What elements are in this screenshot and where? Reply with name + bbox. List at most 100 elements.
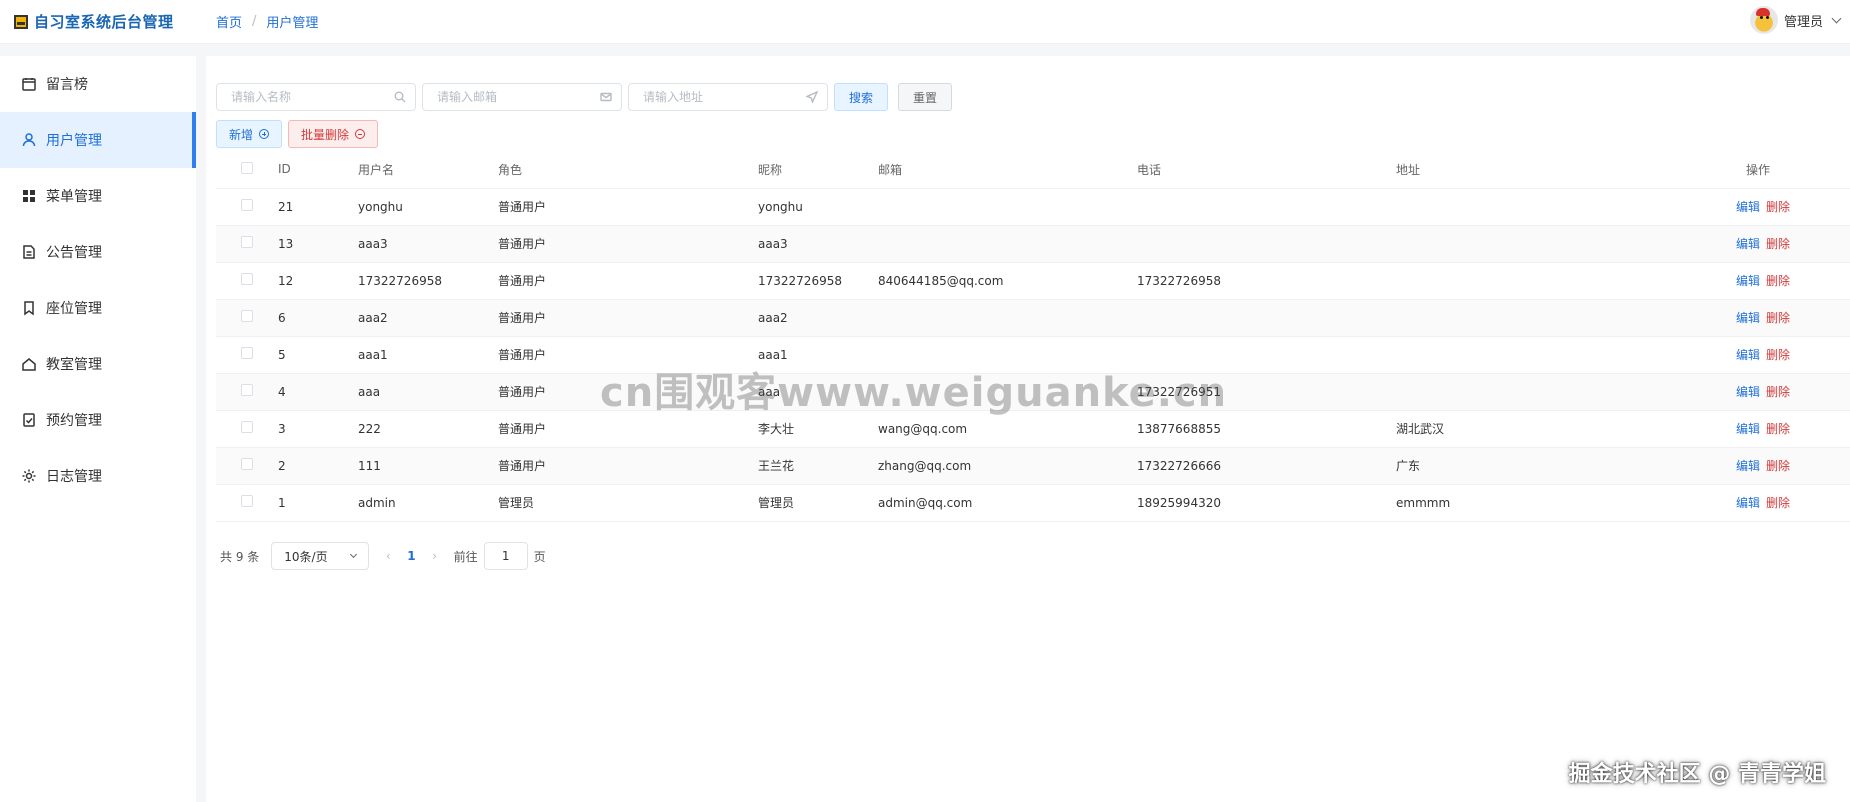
email-search-field[interactable]: [422, 83, 622, 111]
sidebar-item-classrooms[interactable]: 教室管理: [0, 336, 196, 392]
cell-actions: 编辑 删除: [1656, 299, 1850, 337]
address-search-field[interactable]: [628, 83, 828, 111]
cell-role: 普通用户: [498, 447, 758, 485]
page-number-current[interactable]: 1: [407, 549, 415, 563]
row-checkbox[interactable]: [241, 236, 253, 248]
plus-circle-icon: [259, 129, 270, 139]
name-search-input[interactable]: [217, 84, 415, 110]
row-checkbox[interactable]: [241, 347, 253, 359]
row-select-cell: [216, 336, 278, 374]
user-menu[interactable]: 管理员: [1749, 6, 1842, 34]
delete-link[interactable]: 删除: [1766, 422, 1790, 436]
page-suffix: 页: [533, 549, 546, 564]
email-search-input[interactable]: [423, 84, 621, 110]
home-icon: [20, 355, 38, 373]
sidebar-item-seats[interactable]: 座位管理: [0, 280, 196, 336]
sidebar-item-label: 菜单管理: [46, 189, 102, 205]
edit-link[interactable]: 编辑: [1736, 385, 1760, 399]
delete-link[interactable]: 删除: [1766, 237, 1790, 251]
cell-email: [878, 188, 1137, 226]
edit-link[interactable]: 编辑: [1736, 311, 1760, 325]
delete-link[interactable]: 删除: [1766, 200, 1790, 214]
user-name[interactable]: 管理员: [1784, 11, 1823, 30]
select-all-cell: [216, 151, 278, 189]
row-checkbox[interactable]: [241, 421, 253, 433]
cell-phone: [1137, 225, 1396, 263]
cell-role: 管理员: [498, 484, 758, 522]
cell-actions: 编辑 删除: [1656, 410, 1850, 448]
location-arrow-icon: [805, 90, 819, 104]
cell-address: [1396, 373, 1656, 411]
cell-username: yonghu: [358, 188, 498, 226]
sidebar-item-message-board[interactable]: 留言榜: [0, 56, 196, 112]
sidebar-item-label: 留言榜: [46, 77, 88, 93]
sidebar-item-label: 预约管理: [46, 413, 102, 429]
next-page-icon[interactable]: ›: [428, 549, 442, 563]
sidebar-item-menus[interactable]: 菜单管理: [0, 168, 196, 224]
table-row: 2 111 普通用户 王兰花 zhang@qq.com 17322726666 广东 编辑 删除: [216, 447, 1850, 485]
edit-link[interactable]: 编辑: [1736, 237, 1760, 251]
edit-link[interactable]: 编辑: [1736, 496, 1760, 510]
row-checkbox[interactable]: [241, 495, 253, 507]
select-all-checkbox[interactable]: [241, 161, 253, 174]
breadcrumb-home[interactable]: 首页: [216, 12, 242, 31]
cell-id: 2: [278, 447, 358, 485]
avatar[interactable]: [1749, 6, 1778, 34]
logo-icon: [14, 14, 28, 29]
prev-page-icon[interactable]: ‹: [381, 549, 395, 563]
edit-link[interactable]: 编辑: [1736, 274, 1760, 288]
sidebar-item-reservations[interactable]: 预约管理: [0, 392, 196, 448]
cell-email: [878, 299, 1137, 337]
sidebar-item-label: 座位管理: [46, 301, 102, 317]
cell-id: 5: [278, 336, 358, 374]
row-checkbox[interactable]: [241, 199, 253, 211]
bulk-delete-button[interactable]: 批量删除: [288, 120, 379, 148]
delete-link[interactable]: 删除: [1766, 496, 1790, 510]
gear-icon: [20, 467, 38, 485]
cell-phone: [1137, 188, 1396, 226]
address-search-input[interactable]: [629, 84, 827, 110]
page-size-select[interactable]: 10条/页: [271, 542, 370, 570]
cell-phone: 18925994320: [1137, 484, 1396, 522]
cell-address: [1396, 225, 1656, 263]
add-button[interactable]: 新增: [216, 120, 283, 148]
sidebar-item-label: 日志管理: [46, 469, 102, 485]
search-button[interactable]: 搜索: [834, 83, 889, 111]
sidebar-item-logs[interactable]: 日志管理: [0, 448, 196, 504]
goto-page-input[interactable]: [483, 542, 528, 570]
row-checkbox[interactable]: [241, 273, 253, 285]
sidebar-item-announcements[interactable]: 公告管理: [0, 224, 196, 280]
column-header-phone: 电话: [1137, 151, 1396, 189]
row-checkbox[interactable]: [241, 384, 253, 396]
search-icon: [394, 91, 406, 103]
cell-nickname: 王兰花: [758, 447, 878, 485]
chevron-down-icon[interactable]: [1831, 13, 1842, 24]
delete-link[interactable]: 删除: [1766, 459, 1790, 473]
edit-link[interactable]: 编辑: [1736, 422, 1760, 436]
delete-link[interactable]: 删除: [1766, 348, 1790, 362]
cell-email: [878, 225, 1137, 263]
edit-link[interactable]: 编辑: [1736, 348, 1760, 362]
sidebar: 留言榜 用户管理 菜单管理 公告管理 座位管理 教室管理 预约管理 日志管理: [0, 56, 196, 802]
row-select-cell: [216, 447, 278, 485]
sidebar-item-users[interactable]: 用户管理: [0, 112, 196, 168]
sidebar-item-label: 用户管理: [46, 133, 102, 149]
action-bar: 新增 批量删除: [216, 120, 379, 148]
cell-nickname: aaa2: [758, 299, 878, 337]
row-checkbox[interactable]: [241, 310, 253, 322]
page-size-value: 10条/页: [284, 549, 328, 564]
edit-link[interactable]: 编辑: [1736, 200, 1760, 214]
cell-actions: 编辑 删除: [1656, 262, 1850, 300]
breadcrumb-separator: /: [252, 14, 257, 29]
user-icon: [20, 131, 38, 149]
row-checkbox[interactable]: [241, 458, 253, 470]
delete-link[interactable]: 删除: [1766, 274, 1790, 288]
delete-link[interactable]: 删除: [1766, 311, 1790, 325]
page-jumper: 前往 页: [454, 542, 546, 570]
reset-button[interactable]: 重置: [898, 83, 953, 111]
edit-link[interactable]: 编辑: [1736, 459, 1760, 473]
cell-username: admin: [358, 484, 498, 522]
delete-link[interactable]: 删除: [1766, 385, 1790, 399]
logo[interactable]: 自习室系统后台管理: [0, 11, 200, 32]
name-search-field[interactable]: [216, 83, 416, 111]
